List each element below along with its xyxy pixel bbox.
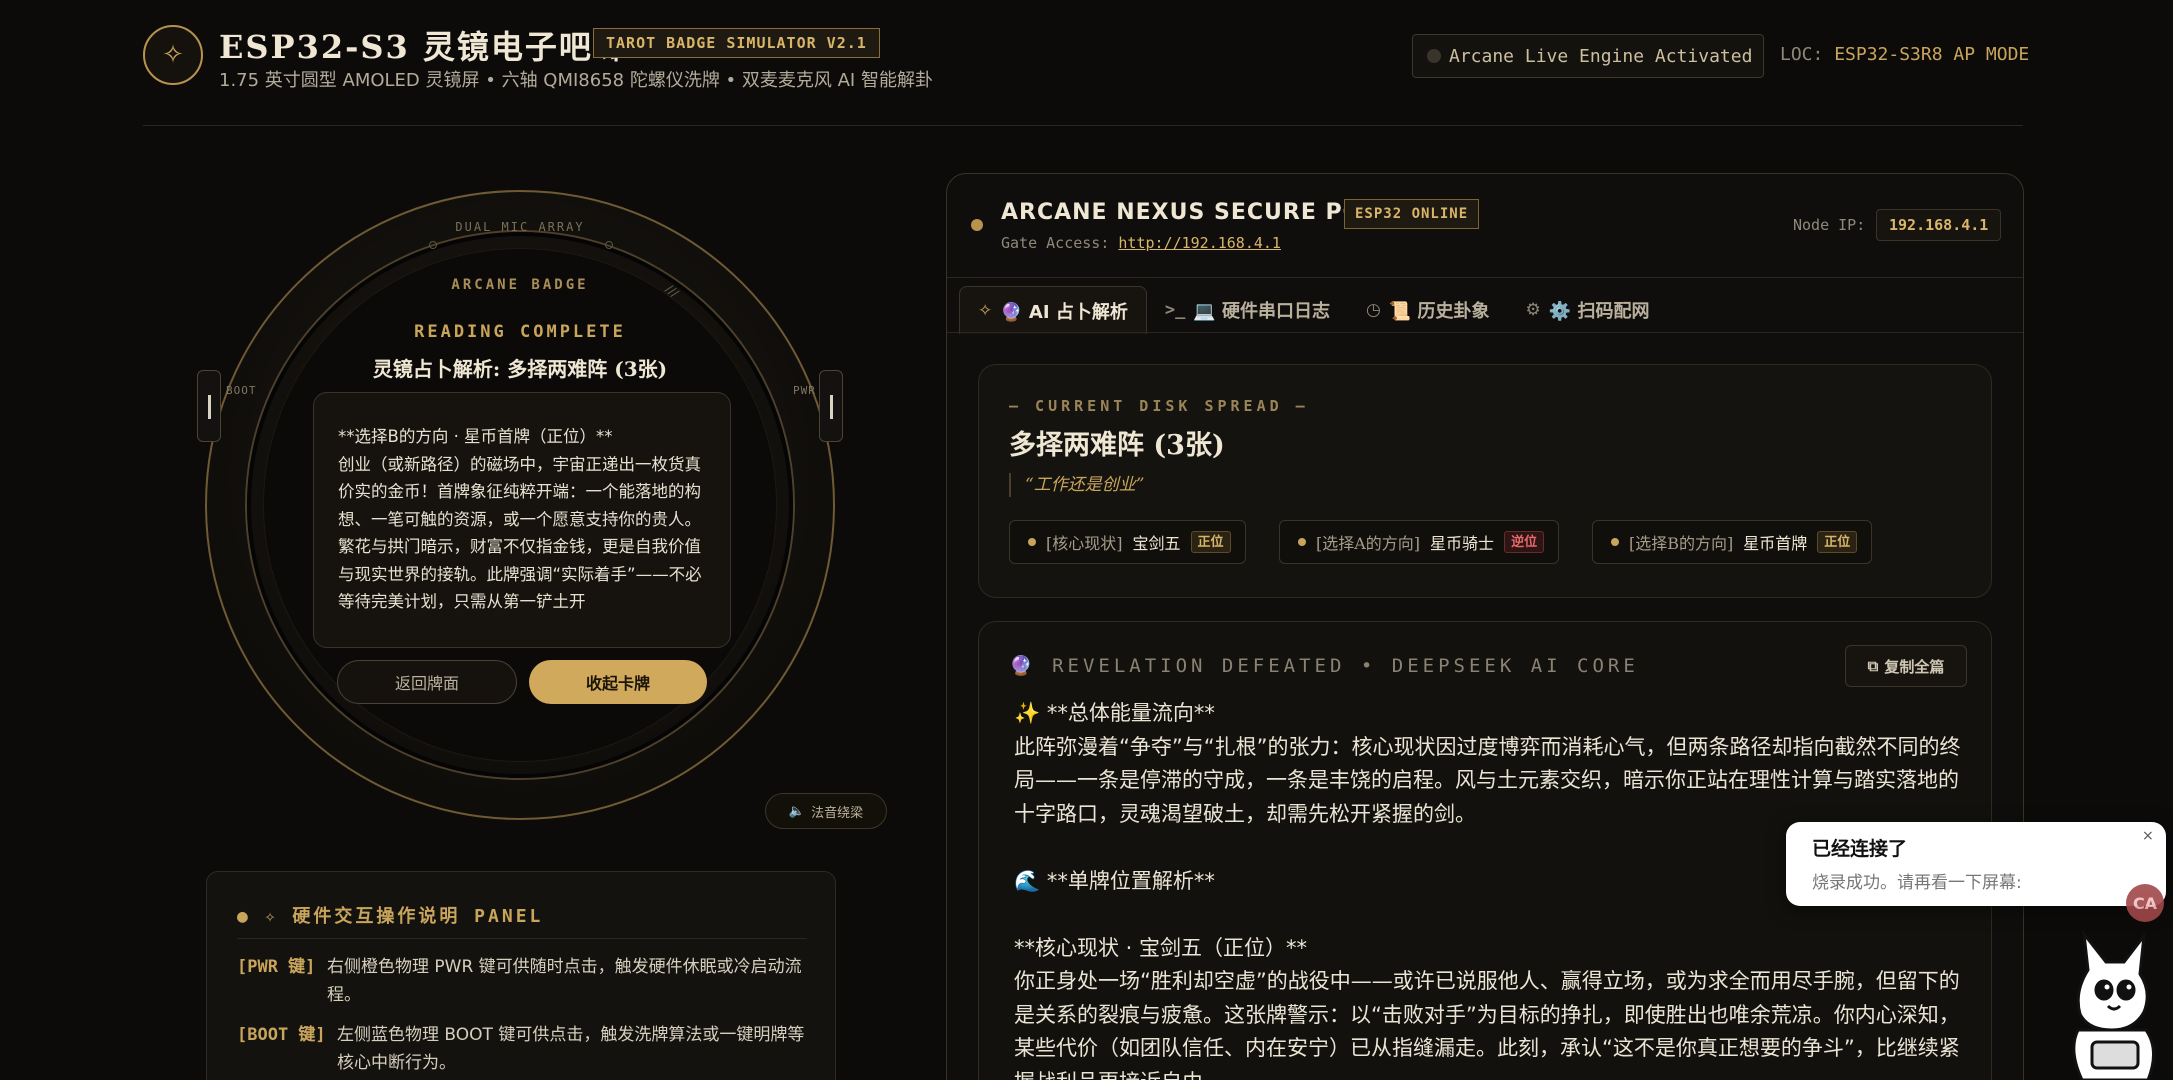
spread-title: 多择两难阵 (3张) bbox=[1009, 430, 1225, 461]
gate-link[interactable]: http://192.168.4.1 bbox=[1118, 234, 1281, 252]
revelation-label: 🔮 REVELATION DEFEATED • DEEPSEEK AI CORE bbox=[1009, 655, 1639, 677]
mic-left-icon bbox=[429, 241, 437, 249]
copy-button-label: 复制全篇 bbox=[1884, 657, 1945, 676]
card-position: [选择A的方向] bbox=[1316, 534, 1421, 553]
engine-status-badge: Arcane Live Engine Activated bbox=[1412, 34, 1764, 78]
card-name: 宝剑五 bbox=[1132, 534, 1181, 553]
bullet-icon bbox=[1298, 538, 1306, 546]
sound-button[interactable]: 🔈 法音绕梁 bbox=[765, 793, 887, 829]
app-header: ✧ ESP32-S3 灵镜电子吧唧 TAROT BADGE SIMULATOR … bbox=[143, 0, 2029, 126]
mic-right-icon bbox=[605, 241, 613, 249]
tab-history[interactable]: ◷ 📜 历史卦象 bbox=[1348, 286, 1508, 334]
node-ip-value: 192.168.4.1 bbox=[1876, 209, 2002, 241]
sparkle-icon: ✧ bbox=[978, 300, 993, 321]
spread-quote: “工作还是创业” bbox=[1009, 473, 1144, 497]
clock-icon: ◷ bbox=[1366, 300, 1381, 320]
terminal-icon: >_ bbox=[1164, 300, 1186, 320]
reading-title: 灵镜占卜解析: 多择两难阵 (3张) bbox=[372, 357, 668, 381]
badge-label: ARCANE BADGE bbox=[451, 277, 589, 293]
divider bbox=[237, 938, 807, 939]
hardware-panel: ● ✧ 硬件交互操作说明 PANEL [PWR 键] 右侧橙色物理 PWR 键可… bbox=[206, 871, 836, 1080]
location-readout: LOC: ESP32-S3R8 AP MODE bbox=[1780, 44, 2029, 65]
mic-array-label: DUAL MIC ARRAY bbox=[455, 220, 585, 234]
engine-status-text: Arcane Live Engine Activated bbox=[1449, 45, 1753, 67]
portal-panel: ARCANE NEXUS SECURE PORTAL ESP32 ONLINE … bbox=[946, 173, 2024, 1080]
hw-key: [BOOT 键] bbox=[237, 1025, 326, 1045]
card-chip[interactable]: [选择A的方向] 星币骑士 逆位 bbox=[1279, 520, 1560, 564]
tab-label: 📜 历史卦象 bbox=[1388, 301, 1490, 322]
card-name: 星币首牌 bbox=[1743, 534, 1808, 553]
bullet-icon bbox=[1028, 538, 1036, 546]
loc-value: ESP32-S3R8 AP MODE bbox=[1834, 44, 2030, 65]
toast-body: 烧录成功。请再看一下屏幕: bbox=[1812, 873, 2022, 893]
tab-serial-log[interactable]: >_ 💻 硬件串口日志 bbox=[1147, 286, 1348, 334]
gear-icon: ⚙ bbox=[1525, 300, 1541, 320]
card-position: [核心现状] bbox=[1046, 534, 1123, 553]
card-name: 星币骑士 bbox=[1430, 534, 1495, 553]
hw-row-boot: [BOOT 键] 左侧蓝色物理 BOOT 键可供点击，触发洗牌算法或一键明牌等核… bbox=[237, 1021, 809, 1077]
app-title: ESP32-S3 灵镜电子吧唧 bbox=[219, 28, 627, 66]
tab-underline bbox=[947, 332, 2023, 333]
cat-mascot-icon[interactable] bbox=[2048, 930, 2173, 1080]
node-ip-label: Node IP: bbox=[1793, 216, 1866, 234]
hw-desc: 左侧蓝色物理 BOOT 键可供点击，触发洗牌算法或一键明牌等核心中断行为。 bbox=[337, 1025, 805, 1073]
tab-bar: ✧ 🔮 AI 占卜解析 >_ 💻 硬件串口日志 ◷ 📜 历史卦象 ⚙ ⚙️ 扫码… bbox=[959, 284, 1667, 334]
card-chip[interactable]: [选择B的方向] 星币首牌 正位 bbox=[1592, 520, 1873, 564]
orientation-badge: 正位 bbox=[1190, 531, 1231, 553]
status-dot-icon bbox=[971, 219, 983, 231]
back-to-card-button[interactable]: 返回牌面 bbox=[337, 660, 517, 704]
card-chip[interactable]: [核心现状] 宝剑五 正位 bbox=[1009, 520, 1246, 564]
speaker-icon: 🔈 bbox=[788, 803, 806, 819]
tab-ai-reading[interactable]: ✧ 🔮 AI 占卜解析 bbox=[959, 286, 1147, 334]
divider bbox=[947, 277, 2023, 278]
badge-device: DUAL MIC ARRAY /// ARCANE BADGE BOOT PWR… bbox=[197, 190, 843, 820]
copy-icon: ⧉ bbox=[1867, 657, 1879, 675]
spread-label: — CURRENT DISK SPREAD — bbox=[1009, 397, 1309, 415]
pwr-label: PWR bbox=[793, 384, 816, 397]
reading-scroll-box[interactable]: **选择B的方向 · 星币首牌（正位）** 创业（或新路径）的磁场中，宇宙正递出… bbox=[313, 392, 731, 648]
hw-key: [PWR 键] bbox=[237, 957, 316, 977]
connection-toast: 已经连接了 烧录成功。请再看一下屏幕: × bbox=[1786, 822, 2166, 906]
gate-access-row: Gate Access: http://192.168.4.1 bbox=[1001, 234, 1281, 252]
status-dot-icon bbox=[1427, 49, 1441, 63]
toast-title: 已经连接了 bbox=[1812, 838, 1908, 860]
tab-label: 🔮 AI 占卜解析 bbox=[1000, 301, 1128, 323]
hw-row-pwr: [PWR 键] 右侧橙色物理 PWR 键可供随时点击，触发硬件休眠或冷启动流程。 bbox=[237, 953, 809, 1009]
bullet-icon bbox=[1611, 538, 1619, 546]
card-position: [选择B的方向] bbox=[1629, 534, 1734, 553]
sound-button-label: 法音绕梁 bbox=[811, 805, 864, 821]
reading-text: **选择B的方向 · 星币首牌（正位）** 创业（或新路径）的磁场中，宇宙正递出… bbox=[338, 427, 702, 611]
close-icon[interactable]: × bbox=[2142, 828, 2154, 844]
tab-label: ⚙️ 扫码配网 bbox=[1548, 301, 1650, 322]
online-badge: ESP32 ONLINE bbox=[1344, 199, 1480, 229]
tab-qr-config[interactable]: ⚙ ⚙️ 扫码配网 bbox=[1508, 286, 1668, 334]
spread-card: — CURRENT DISK SPREAD — 多择两难阵 (3张) “工作还是… bbox=[978, 364, 1992, 598]
orientation-badge: 逆位 bbox=[1504, 531, 1545, 553]
orientation-badge: 正位 bbox=[1817, 531, 1858, 553]
gate-label: Gate Access: bbox=[1001, 234, 1110, 252]
collect-card-button[interactable]: 收起卡牌 bbox=[529, 660, 707, 704]
avatar[interactable]: CA bbox=[2126, 884, 2164, 922]
boot-label: BOOT bbox=[226, 384, 257, 397]
hardware-panel-title: ● ✧ 硬件交互操作说明 PANEL bbox=[237, 906, 544, 927]
app-subtitle: 1.75 英寸圆型 AMOLED 灵镜屏 • 六轴 QMI8658 陀螺仪洗牌 … bbox=[219, 70, 933, 91]
loc-label: LOC: bbox=[1780, 44, 1824, 65]
version-badge: TAROT BADGE SIMULATOR V2.1 bbox=[593, 28, 880, 58]
reading-status: READING COMPLETE bbox=[414, 322, 626, 342]
tab-label: 💻 硬件串口日志 bbox=[1193, 301, 1330, 322]
sparkle-icon: ✧ bbox=[143, 25, 203, 85]
copy-all-button[interactable]: ⧉ 复制全篇 bbox=[1845, 645, 1967, 687]
hw-desc: 右侧橙色物理 PWR 键可供随时点击，触发硬件休眠或冷启动流程。 bbox=[327, 957, 802, 1005]
